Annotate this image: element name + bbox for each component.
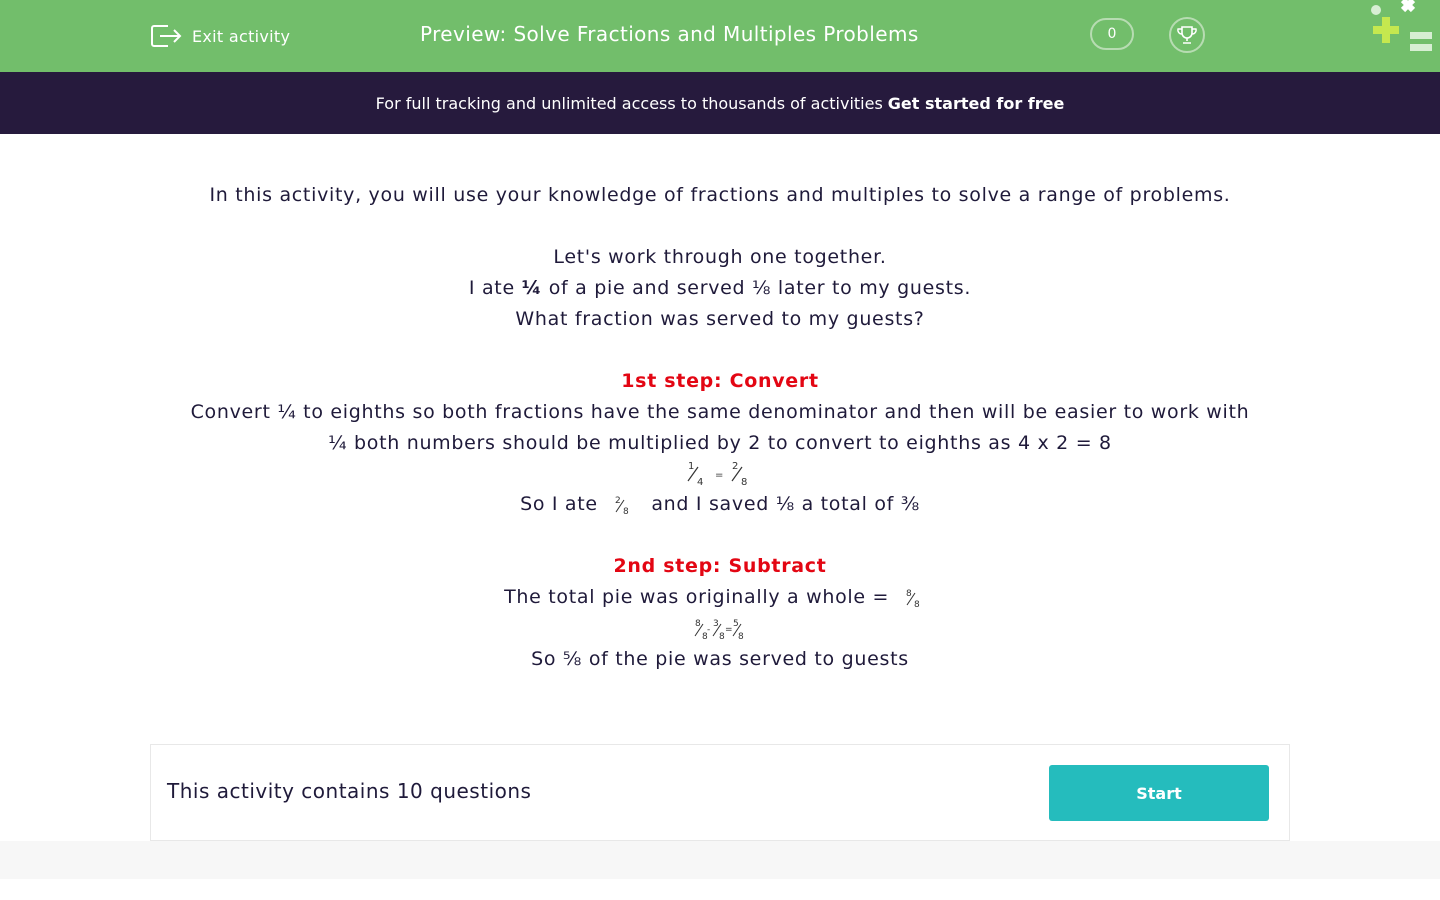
exit-label: Exit activity bbox=[192, 26, 291, 46]
example-line-3: What fraction was served to my guests? bbox=[515, 308, 925, 330]
eight-eighths-image: 8 8 bbox=[906, 589, 920, 609]
exit-icon bbox=[151, 25, 182, 47]
total-pie-line: The total pie was originally a whole = 8… bbox=[0, 582, 1440, 613]
svg-text:1: 1 bbox=[688, 461, 695, 472]
start-button[interactable]: Start bbox=[1049, 765, 1269, 821]
example-line-2: I ate ¼ of a pie and served ⅛ later to m… bbox=[0, 273, 1440, 304]
example-text: of a pie and served ⅛ later to my guests… bbox=[548, 277, 972, 299]
svg-text:8: 8 bbox=[741, 477, 748, 488]
svg-text:4: 4 bbox=[697, 477, 704, 488]
total-text: The total pie was originally a whole = bbox=[504, 586, 890, 608]
subtraction-image: 8 8 - 3 8 = 5 8 bbox=[0, 613, 1440, 644]
svg-text:8: 8 bbox=[738, 632, 744, 642]
svg-text:-: - bbox=[707, 625, 711, 635]
conclusion-line: So ⅝ of the pie was served to guests bbox=[0, 644, 1440, 675]
promo-text: For full tracking and unlimited access t… bbox=[375, 93, 883, 113]
svg-text:8: 8 bbox=[914, 600, 920, 609]
svg-text:2: 2 bbox=[732, 461, 739, 472]
exit-activity-button[interactable]: Exit activity bbox=[150, 20, 290, 52]
step-1-line-1: Convert ¼ to eighths so both fractions h… bbox=[190, 401, 1250, 423]
step-2-title: 2nd step: Subtract bbox=[613, 555, 827, 577]
so-ate-text: and I saved ⅛ a total of ⅜ bbox=[651, 493, 920, 515]
conclusion-text: So ⅝ bbox=[531, 648, 583, 670]
trophy-button[interactable] bbox=[1169, 17, 1205, 53]
score-badge: 0 bbox=[1090, 18, 1134, 50]
svg-text:8: 8 bbox=[623, 507, 629, 516]
svg-text:=: = bbox=[725, 625, 733, 635]
activity-card: This activity contains 10 questions Star… bbox=[150, 744, 1290, 841]
activity-intro: In this activity, you will use your know… bbox=[0, 180, 1440, 675]
promo-banner: For full tracking and unlimited access t… bbox=[0, 72, 1440, 134]
svg-text:=: = bbox=[715, 470, 724, 481]
intro-text: In this activity, you will use your know… bbox=[209, 184, 1231, 206]
example-fraction: ¼ bbox=[521, 277, 542, 299]
example-line-1: Let's work through one together. bbox=[553, 246, 887, 268]
so-ate-text: So I ate bbox=[520, 493, 598, 515]
conclusion-text: of the pie was served to guests bbox=[588, 648, 909, 670]
get-started-link[interactable]: Get started for free bbox=[888, 94, 1065, 113]
step-1-line-2: ¼ both numbers should be multiplied by 2… bbox=[328, 432, 1112, 454]
bottom-strip bbox=[0, 841, 1440, 879]
step-1-title: 1st step: Convert bbox=[621, 370, 819, 392]
page-title: Preview: Solve Fractions and Multiples P… bbox=[420, 22, 919, 46]
logo-icon bbox=[1371, 0, 1432, 51]
top-bar: Exit activity Preview: Solve Fractions a… bbox=[0, 0, 1440, 72]
example-text: I ate bbox=[468, 277, 515, 299]
trophy-icon bbox=[1177, 26, 1197, 44]
equivalent-fraction-image: 1 4 = 2 8 bbox=[0, 459, 1440, 489]
question-count: This activity contains 10 questions bbox=[167, 779, 532, 803]
so-i-ate-line: So I ate 2 8 and I saved ⅛ a total of ⅜ bbox=[0, 489, 1440, 520]
two-eighths-image: 2 8 bbox=[615, 496, 629, 516]
